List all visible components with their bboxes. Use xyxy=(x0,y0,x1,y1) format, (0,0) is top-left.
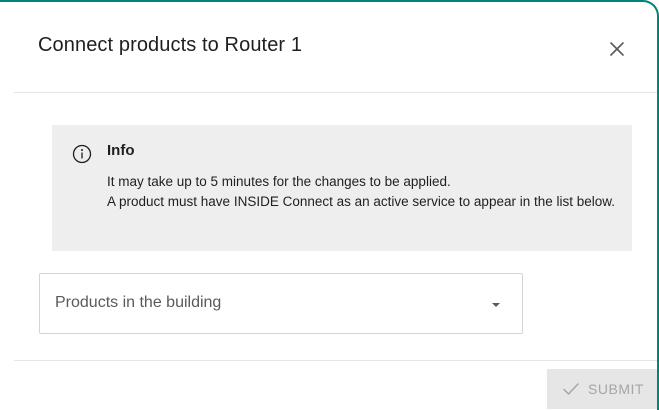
connect-products-dialog: Connect products to Router 1 Info It may… xyxy=(0,0,659,410)
submit-label: SUBMIT xyxy=(588,381,644,397)
info-title: Info xyxy=(107,142,135,159)
info-icon xyxy=(72,144,92,164)
caret-down-icon xyxy=(489,300,503,310)
products-select-label: Products in the building xyxy=(55,294,222,311)
info-box: Info It may take up to 5 minutes for the… xyxy=(52,125,632,251)
info-line: It may take up to 5 minutes for the chan… xyxy=(107,174,451,189)
info-body: It may take up to 5 minutes for the chan… xyxy=(107,172,622,212)
submit-button[interactable]: SUBMIT xyxy=(547,369,657,409)
info-line: A product must have INSIDE Connect as an… xyxy=(107,194,616,209)
close-icon[interactable] xyxy=(606,38,628,60)
dialog-header: Connect products to Router 1 xyxy=(0,2,657,92)
footer-divider xyxy=(14,360,657,361)
dialog-title: Connect products to Router 1 xyxy=(38,34,303,56)
header-divider xyxy=(14,92,657,93)
products-select[interactable]: Products in the building xyxy=(39,273,523,334)
check-icon xyxy=(562,382,580,396)
